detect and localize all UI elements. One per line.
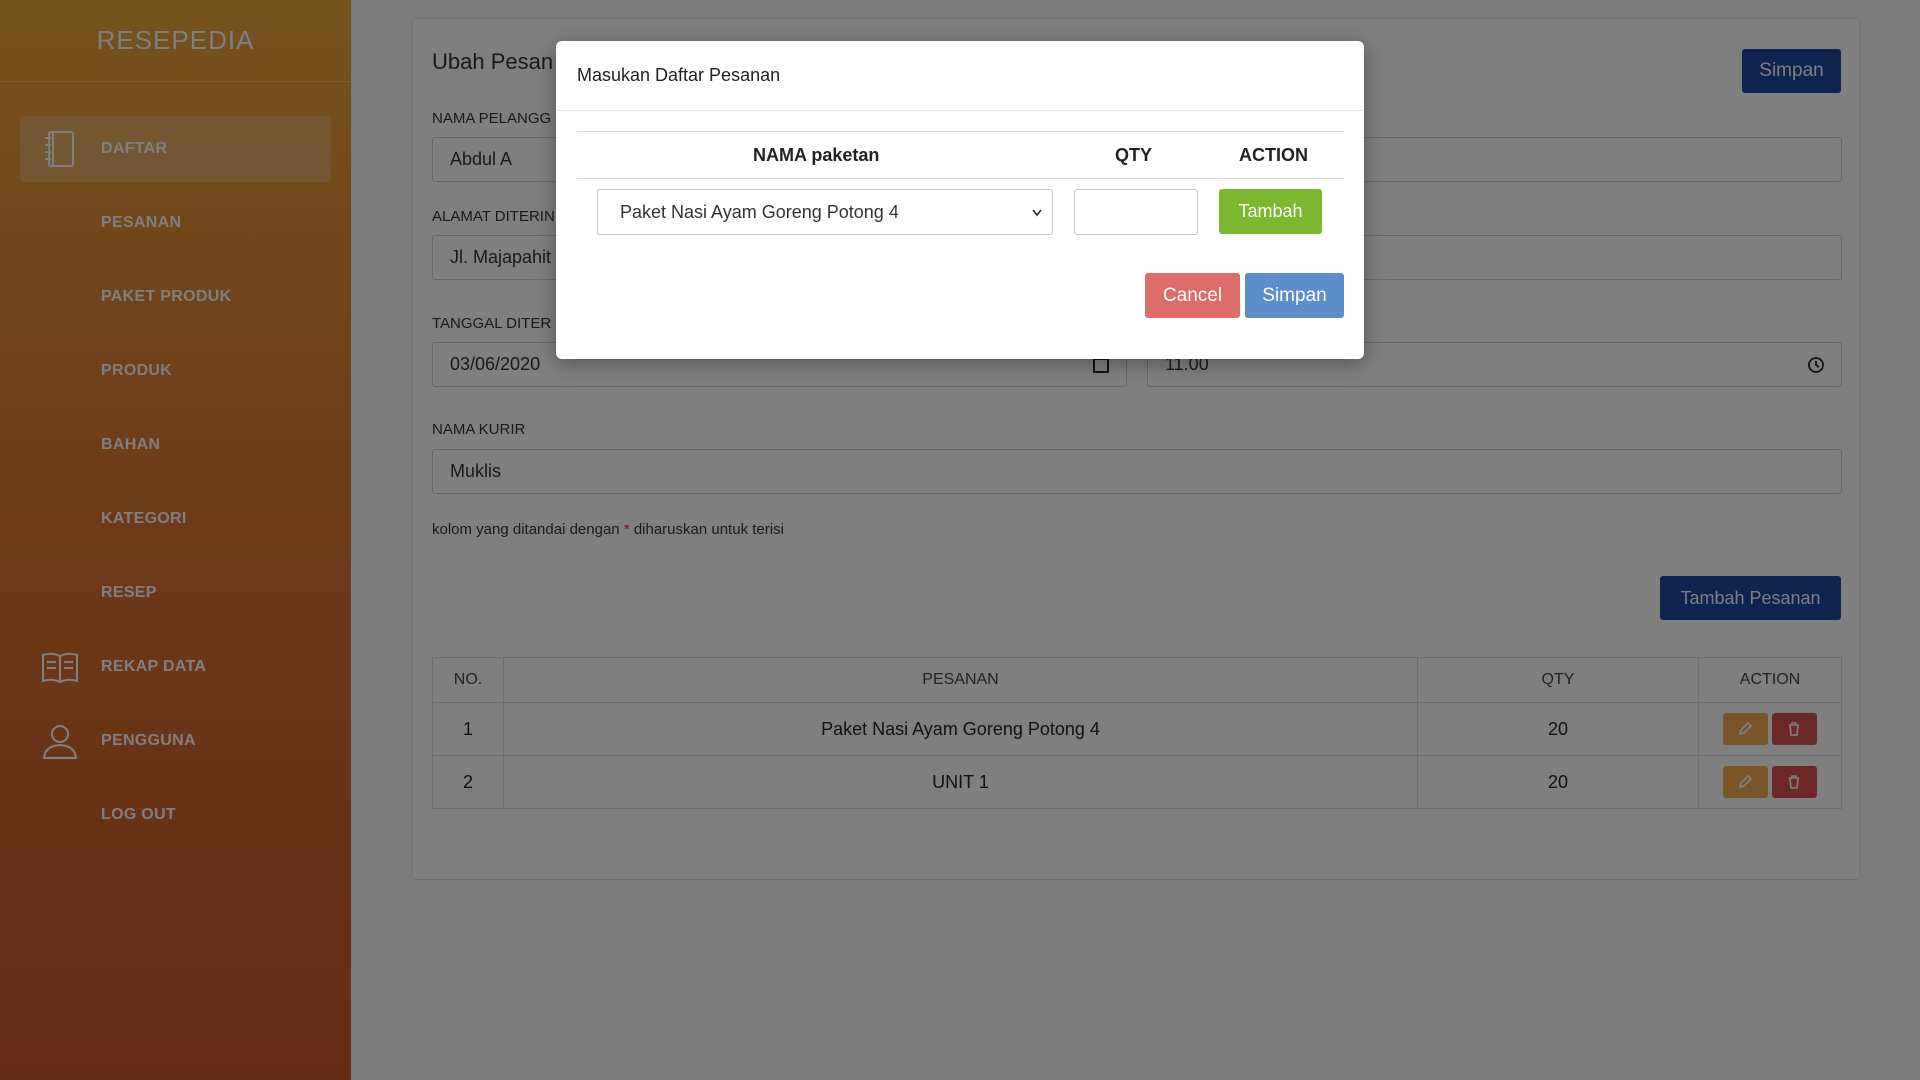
cancel-button[interactable]: Cancel — [1145, 273, 1240, 318]
chevron-down-icon — [1032, 209, 1042, 217]
modal-table-header: NAMA paketan QTY ACTION — [577, 131, 1344, 179]
col-package-name: NAMA paketan — [753, 145, 880, 165]
package-select-value: Paket Nasi Ayam Goreng Potong 4 — [620, 201, 899, 222]
col-action: ACTION — [1239, 145, 1308, 165]
add-item-button[interactable]: Tambah — [1219, 189, 1322, 234]
modal-table-row: Paket Nasi Ayam Goreng Potong 4 Tambah — [577, 179, 1344, 249]
modal-title: Masukan Daftar Pesanan — [577, 65, 781, 85]
modal-header: Masukan Daftar Pesanan — [556, 41, 1364, 111]
qty-input[interactable] — [1074, 189, 1198, 235]
package-select[interactable]: Paket Nasi Ayam Goreng Potong 4 — [597, 189, 1053, 235]
modal-order-table: NAMA paketan QTY ACTION Paket Nasi Ayam … — [577, 131, 1344, 249]
add-order-modal: Masukan Daftar Pesanan NAMA paketan QTY … — [556, 41, 1364, 359]
col-qty: QTY — [1115, 145, 1153, 165]
modal-save-button[interactable]: Simpan — [1245, 273, 1344, 318]
